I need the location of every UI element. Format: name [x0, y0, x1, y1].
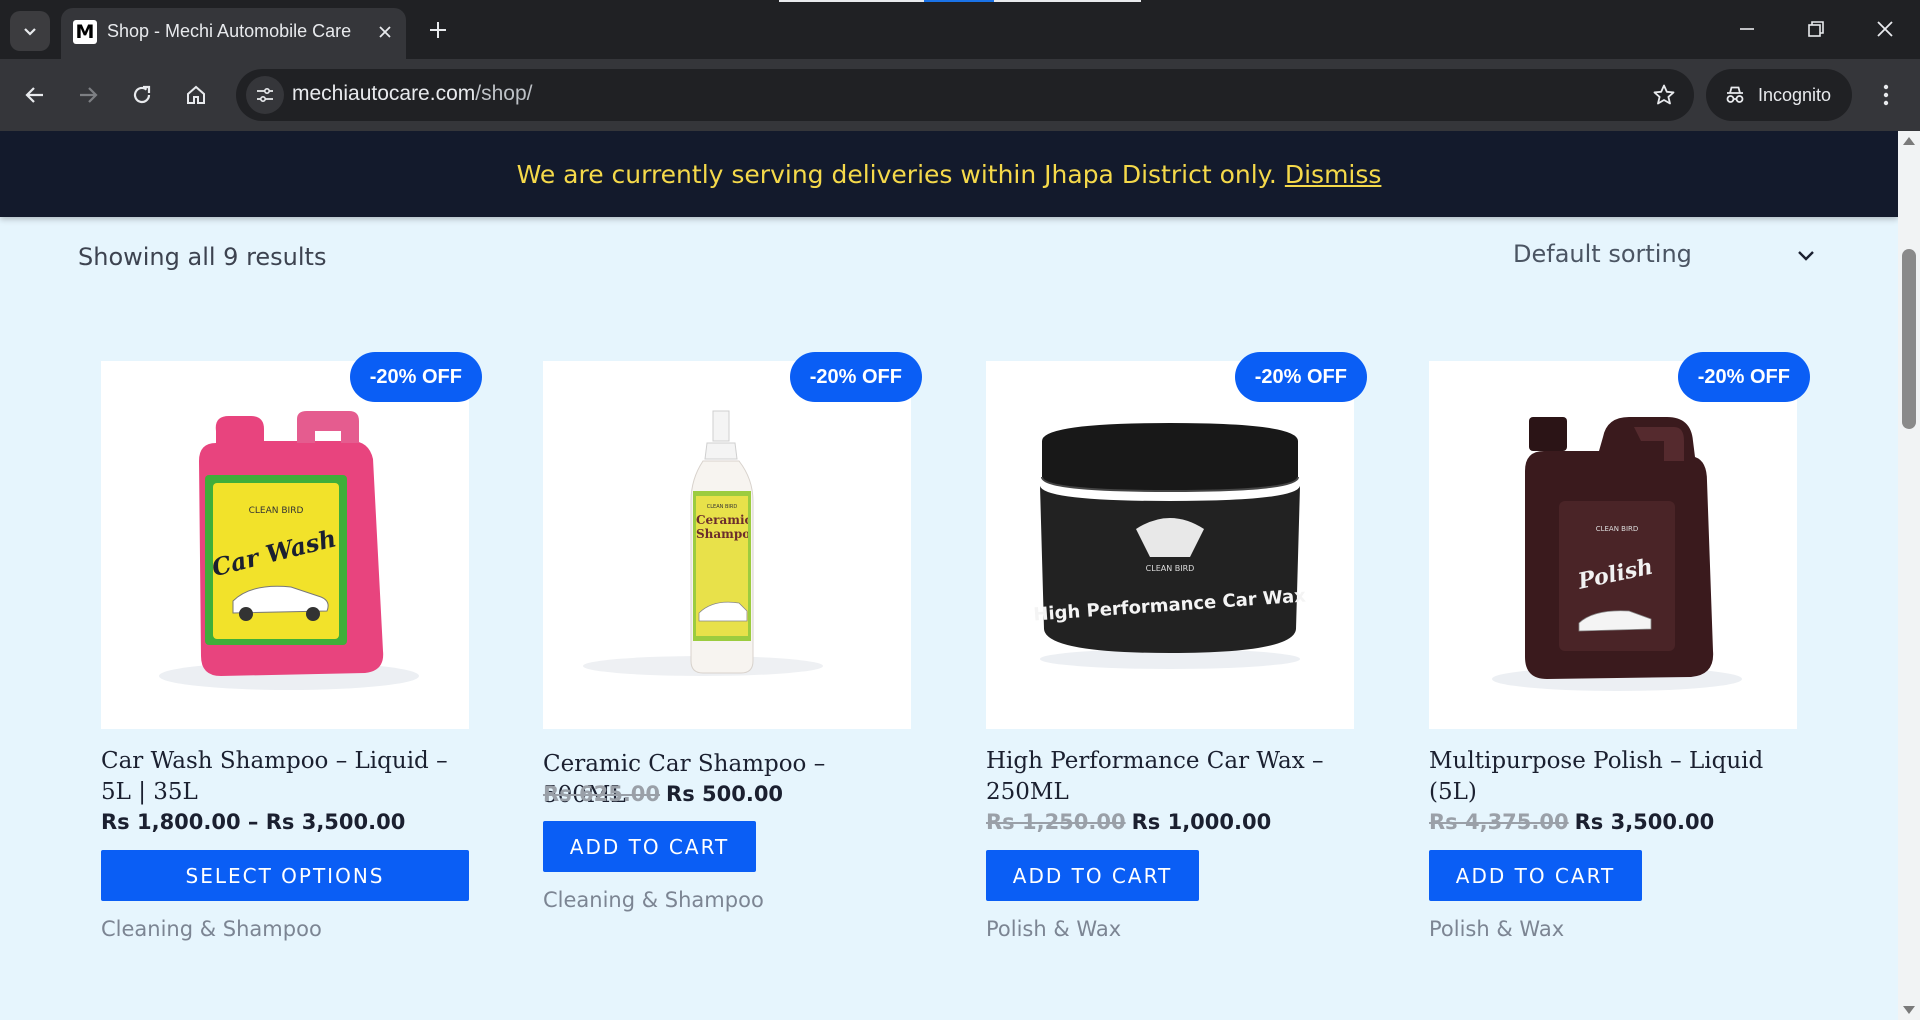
- price-original: Rs 4,375.00: [1429, 810, 1569, 834]
- url-domain: mechiautocare.com: [292, 82, 476, 105]
- minimize-button[interactable]: [1727, 9, 1767, 49]
- product-category[interactable]: Cleaning & Shampoo: [101, 917, 322, 941]
- close-icon: [1877, 21, 1893, 37]
- add-to-cart-button[interactable]: ADD TO CART: [986, 850, 1199, 901]
- wax-jar-image: CLEAN BIRD High Performance Car Wax: [1033, 423, 1307, 669]
- add-to-cart-button[interactable]: ADD TO CART: [1429, 850, 1642, 901]
- product-category[interactable]: Cleaning & Shampoo: [543, 888, 764, 912]
- scroll-down-arrow-icon[interactable]: [1903, 1006, 1915, 1014]
- price-original: Rs 625.00: [543, 782, 661, 806]
- discount-badge: -20% OFF: [1234, 352, 1367, 402]
- restore-icon: [1808, 21, 1824, 37]
- page-content: We are currently serving deliveries with…: [0, 131, 1898, 1020]
- url-text[interactable]: mechiautocare.com/shop/: [292, 82, 532, 106]
- close-icon: [379, 26, 391, 38]
- dismiss-link[interactable]: Dismiss: [1285, 160, 1382, 189]
- sorting-select[interactable]: Default sorting: [1512, 234, 1822, 278]
- product-image[interactable]: CLEAN BIRD High Performance Car Wax: [986, 361, 1354, 729]
- arrow-left-icon: [25, 87, 43, 103]
- image-brand-text: CLEAN BIRD: [1146, 564, 1195, 573]
- incognito-indicator[interactable]: Incognito: [1706, 69, 1852, 121]
- shampoo-bottle-image: CLEAN BIRD Ceramic Shampoo: [583, 410, 823, 676]
- bookmark-button[interactable]: [1650, 81, 1678, 109]
- image-brand-text: CLEAN BIRD: [249, 506, 304, 516]
- close-window-button[interactable]: [1865, 9, 1905, 49]
- scrollbar-thumb[interactable]: [1902, 249, 1916, 429]
- home-button[interactable]: [174, 73, 218, 117]
- product-category[interactable]: Polish & Wax: [1429, 917, 1564, 941]
- product-category[interactable]: Polish & Wax: [986, 917, 1121, 941]
- product-price: Rs 625.00 Rs 500.00: [543, 782, 783, 806]
- browser-menu-button[interactable]: [1868, 73, 1904, 117]
- scroll-up-arrow-icon[interactable]: [1903, 137, 1915, 145]
- store-notice-banner: We are currently serving deliveries with…: [0, 131, 1898, 217]
- browser-titlebar: M Shop - Mechi Automobile Care: [0, 0, 1920, 59]
- shampoo-jerrycan-image: CLEAN BIRD Car Wash: [159, 411, 419, 690]
- product-price: Rs 1,800.00 – Rs 3,500.00: [101, 810, 405, 834]
- price-sale: Rs 3,500.00: [1574, 810, 1715, 834]
- reload-button[interactable]: [120, 73, 164, 117]
- star-icon: [1653, 84, 1675, 105]
- result-count: Showing all 9 results: [78, 243, 327, 271]
- page-scrollbar[interactable]: [1898, 131, 1920, 1020]
- price-original: Rs 1,250.00: [986, 810, 1126, 834]
- product-image[interactable]: CLEAN BIRD Car Wash: [101, 361, 469, 729]
- product-price: Rs 4,375.00 Rs 3,500.00: [1429, 810, 1714, 834]
- tune-icon: [257, 87, 273, 103]
- chevron-down-icon: [1798, 251, 1814, 261]
- price-sale: Rs 1,000.00: [1131, 810, 1272, 834]
- image-label-text: Ceramic Shampoo: [696, 513, 748, 541]
- image-brand-text: CLEAN BIRD: [1596, 525, 1639, 533]
- incognito-icon: [1726, 86, 1744, 103]
- home-icon: [187, 85, 205, 104]
- add-to-cart-button[interactable]: ADD TO CART: [543, 821, 756, 872]
- product-title[interactable]: Multipurpose Polish – Liquid (5L): [1429, 746, 1789, 808]
- discount-badge: -20% OFF: [789, 352, 922, 402]
- arrow-right-icon: [80, 87, 98, 103]
- back-button[interactable]: [13, 73, 57, 117]
- new-tab-button[interactable]: [420, 12, 456, 48]
- product-title[interactable]: Car Wash Shampoo – Liquid – 5L | 35L: [101, 746, 461, 808]
- discount-badge: -20% OFF: [349, 352, 482, 402]
- polish-jerrycan-image: CLEAN BIRD Polish: [1492, 417, 1742, 691]
- site-favicon-icon: M: [73, 20, 97, 44]
- product-price: Rs 1,250.00 Rs 1,000.00: [986, 810, 1271, 834]
- select-options-button[interactable]: SELECT OPTIONS: [101, 850, 469, 901]
- plus-icon: [430, 22, 446, 38]
- discount-badge: -20% OFF: [1677, 352, 1810, 402]
- minimize-icon: [1740, 28, 1754, 30]
- tab-close-button[interactable]: [371, 18, 399, 46]
- address-bar[interactable]: mechiautocare.com/shop/: [236, 69, 1694, 121]
- tab-search-button[interactable]: [10, 11, 50, 51]
- browser-toolbar: mechiautocare.com/shop/ Incognito: [0, 59, 1920, 131]
- store-notice-text: We are currently serving deliveries with…: [516, 159, 1277, 189]
- product-title[interactable]: High Performance Car Wax – 250ML: [986, 746, 1346, 808]
- tab-title: Shop - Mechi Automobile Care: [107, 21, 352, 41]
- price-range: Rs 1,800.00 – Rs 3,500.00: [101, 810, 406, 834]
- product-image[interactable]: CLEAN BIRD Ceramic Shampoo: [543, 361, 911, 729]
- product-image[interactable]: CLEAN BIRD Polish: [1429, 361, 1797, 729]
- image-brand-text: CLEAN BIRD: [707, 504, 738, 510]
- loading-indicator: [779, 0, 1141, 2]
- restore-button[interactable]: [1796, 9, 1836, 49]
- reload-icon: [133, 85, 151, 104]
- more-vert-icon: [1883, 84, 1889, 106]
- sorting-selected-value: Default sorting: [1513, 240, 1692, 268]
- incognito-label: Incognito: [1758, 84, 1832, 105]
- tab-shop[interactable]: M Shop - Mechi Automobile Care: [61, 8, 406, 59]
- chevron-down-icon: [24, 28, 36, 36]
- site-info-button[interactable]: [246, 76, 284, 114]
- url-path: /shop/: [475, 82, 533, 105]
- price-sale: Rs 500.00: [666, 782, 784, 806]
- forward-button[interactable]: [66, 73, 110, 117]
